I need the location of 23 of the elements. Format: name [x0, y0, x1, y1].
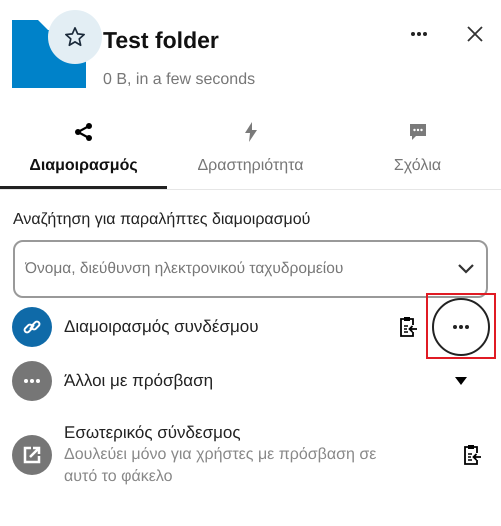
entry-title: Διαμοιρασμός συνδέσμου: [64, 316, 260, 338]
tab[interactable]: Διαμοιρασμός: [0, 122, 167, 189]
clipboard-icon[interactable]: [398, 316, 418, 338]
external-link-avatar: [12, 435, 52, 475]
more-icon: [453, 325, 469, 329]
share-icon: [74, 122, 94, 142]
more-icon: [411, 32, 427, 36]
folder-title: Test folder: [103, 26, 220, 54]
entry-subtitle: Δουλεύει μόνο για χρήστες με πρόσβαση σε αυτό το φάκελο: [64, 445, 378, 487]
caret-down-icon: [455, 377, 467, 385]
lightning-icon: [244, 122, 258, 142]
search-label: Αναζήτηση για παραλήπτες διαμοιρασμού: [13, 210, 312, 230]
more-icon: [24, 379, 40, 383]
link-avatar: [12, 307, 52, 347]
entry-title: Άλλοι με πρόσβαση: [64, 370, 214, 392]
comment-icon: [408, 122, 428, 142]
tab[interactable]: Δραστηριότητα: [167, 122, 334, 189]
entry-title: Εσωτερικός σύνδεσμος: [64, 422, 242, 444]
tab[interactable]: Σχόλια: [334, 122, 501, 189]
star-icon: [64, 26, 86, 48]
clipboard-icon[interactable]: [462, 444, 482, 466]
chevron-down-icon: [458, 264, 474, 274]
folder-details: 0 B, in a few seconds: [103, 70, 256, 90]
